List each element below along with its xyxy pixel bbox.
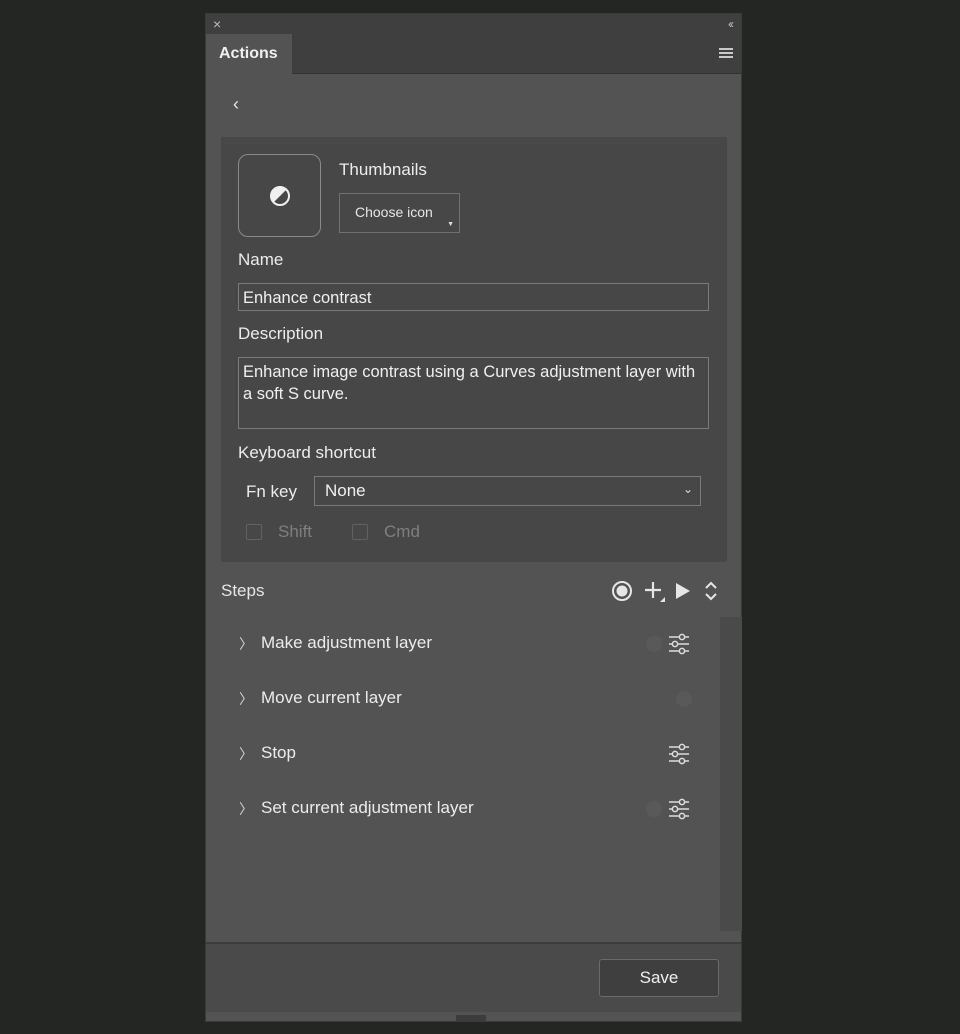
gear-icon <box>646 801 662 817</box>
step-item[interactable]: 〉 Stop <box>221 734 711 774</box>
fn-key-select[interactable]: None ⌄ <box>314 476 701 506</box>
description-label: Description <box>238 324 324 343</box>
play-icon[interactable] <box>673 580 693 602</box>
sliders-icon[interactable] <box>668 633 690 655</box>
gear-icon <box>676 691 692 707</box>
tab-bar: Actions <box>206 34 741 75</box>
step-label: Make adjustment layer <box>261 633 433 652</box>
description-textarea[interactable]: Enhance image contrast using a Curves ad… <box>238 357 709 429</box>
resize-grip[interactable] <box>456 1015 486 1021</box>
panel-footer: Save <box>206 942 741 1012</box>
contrast-icon <box>270 186 290 206</box>
name-label: Name <box>238 250 284 269</box>
panel-titlebar: × ‹‹ <box>206 14 741 34</box>
chevron-right-icon[interactable]: 〉 <box>239 744 253 764</box>
collapse-icon[interactable]: ‹‹ <box>728 15 734 33</box>
fn-key-value: None <box>325 481 366 500</box>
chevron-down-icon: ⌄ <box>682 482 693 496</box>
thumbnails-label: Thumbnails <box>339 160 427 179</box>
keyboard-shortcut-label: Keyboard shortcut <box>238 443 376 462</box>
shift-label: Shift <box>278 522 313 541</box>
back-button[interactable]: ‹ <box>233 94 239 115</box>
sliders-icon[interactable] <box>668 798 690 820</box>
choose-icon-button[interactable]: Choose icon ▼ <box>339 193 460 233</box>
chevron-right-icon[interactable]: 〉 <box>239 634 253 654</box>
step-item[interactable]: 〉 Make adjustment layer <box>221 624 711 664</box>
actions-panel: × ‹‹ Actions ‹ Thumbnails Choose icon ▼ … <box>205 13 742 1022</box>
shift-checkbox[interactable] <box>246 524 262 540</box>
action-editor-card: Thumbnails Choose icon ▼ Name Enhance co… <box>221 137 727 562</box>
step-item[interactable]: 〉 Move current layer <box>221 679 711 719</box>
add-step-icon[interactable] <box>643 580 667 604</box>
gear-icon <box>646 636 662 652</box>
cmd-label: Cmd <box>384 522 420 541</box>
tab-actions[interactable]: Actions <box>206 34 292 75</box>
cmd-checkbox[interactable] <box>352 524 368 540</box>
save-button[interactable]: Save <box>599 959 719 997</box>
name-input[interactable]: Enhance contrast <box>238 283 709 311</box>
step-label: Move current layer <box>261 688 402 707</box>
record-icon[interactable] <box>611 580 633 602</box>
steps-scrollbar[interactable] <box>720 617 742 931</box>
close-icon[interactable]: × <box>213 15 221 33</box>
chevron-right-icon[interactable]: 〉 <box>239 799 253 819</box>
expand-collapse-icon[interactable] <box>703 580 719 602</box>
step-item[interactable]: 〉 Set current adjustment layer <box>221 789 711 829</box>
step-label: Stop <box>261 743 296 762</box>
steps-title: Steps <box>221 581 265 600</box>
dropdown-corner-icon: ▼ <box>447 221 454 228</box>
thumbnail-preview[interactable] <box>238 154 321 237</box>
chevron-right-icon[interactable]: 〉 <box>239 689 253 709</box>
choose-icon-label: Choose icon <box>355 204 433 220</box>
sliders-icon[interactable] <box>668 743 690 765</box>
step-label: Set current adjustment layer <box>261 798 474 817</box>
fn-key-label: Fn key <box>246 482 298 501</box>
hamburger-menu-icon[interactable] <box>719 48 733 59</box>
